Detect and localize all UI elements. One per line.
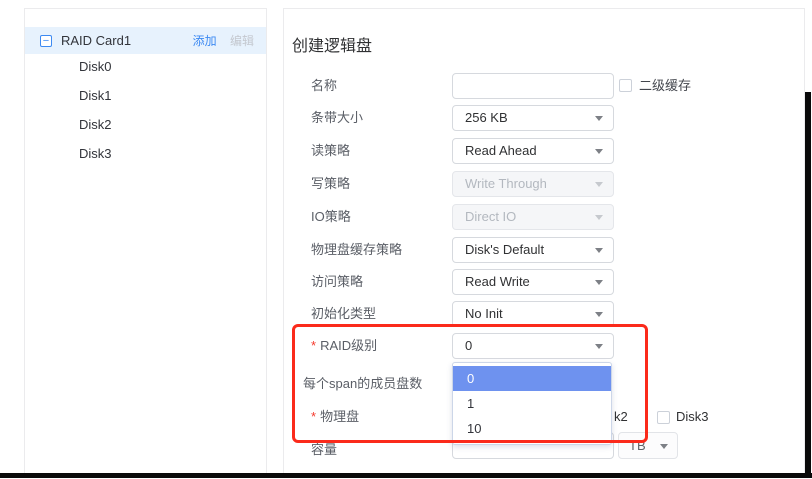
raid-card-label: RAID Card1 — [61, 33, 131, 48]
disk3-label: Disk3 — [676, 404, 709, 430]
raid-tree-panel: − RAID Card1 添加 编辑 Disk0 Disk1 Disk2 Dis… — [24, 8, 267, 474]
physical-disk-label-text: 物理盘 — [320, 409, 359, 424]
sidebar-item-disk0[interactable]: Disk0 — [25, 52, 266, 81]
read-policy-label: 读策略 — [311, 138, 350, 164]
name-input[interactable] — [452, 73, 614, 99]
required-asterisk: * — [311, 338, 316, 353]
write-policy-row: 写策略 Write Through — [284, 171, 804, 197]
io-policy-select: Direct IO — [452, 204, 614, 230]
capacity-label: 容量 — [311, 437, 337, 463]
chevron-down-icon — [595, 182, 603, 187]
access-policy-label: 访问策略 — [311, 269, 363, 295]
raid-level-label: * RAID级别 — [311, 333, 377, 359]
secondary-cache-checkbox[interactable] — [619, 79, 632, 92]
create-logical-disk-panel: 创建逻辑盘 名称 二级缓存 条带大小 256 KB 读策略 Read Ahead — [283, 8, 805, 474]
chevron-down-icon — [595, 344, 603, 349]
chevron-down-icon — [595, 280, 603, 285]
pd-cache-row: 物理盘缓存策略 Disk's Default — [284, 237, 804, 263]
name-label: 名称 — [311, 73, 337, 99]
pd-cache-select[interactable]: Disk's Default — [452, 237, 614, 263]
sidebar-item-disk1[interactable]: Disk1 — [25, 81, 266, 110]
raid-level-value: 0 — [465, 338, 472, 353]
collapse-icon[interactable]: − — [40, 35, 52, 47]
init-type-row: 初始化类型 No Init — [284, 301, 804, 327]
capacity-unit-select[interactable]: TB — [618, 432, 678, 459]
screenshot-canvas: − RAID Card1 添加 编辑 Disk0 Disk1 Disk2 Dis… — [0, 0, 812, 479]
init-type-label: 初始化类型 — [311, 301, 376, 327]
raid-level-row: * RAID级别 0 — [284, 333, 804, 359]
io-policy-value: Direct IO — [465, 209, 516, 224]
read-policy-row: 读策略 Read Ahead — [284, 138, 804, 164]
chevron-down-icon — [595, 149, 603, 154]
span-members-label: 每个span的成员盘数 — [303, 371, 422, 397]
stripe-row: 条带大小 256 KB — [284, 105, 804, 131]
stripe-select[interactable]: 256 KB — [452, 105, 614, 131]
chevron-down-icon — [595, 248, 603, 253]
page-title: 创建逻辑盘 — [292, 32, 372, 56]
raid-level-label-text: RAID级别 — [320, 338, 377, 353]
window-bottom-edge — [0, 473, 812, 478]
raid-level-option-1[interactable]: 1 — [453, 391, 611, 416]
sidebar-item-disk2[interactable]: Disk2 — [25, 110, 266, 139]
write-policy-select: Write Through — [452, 171, 614, 197]
init-type-value: No Init — [465, 306, 503, 321]
chevron-down-icon — [595, 215, 603, 220]
stripe-value: 256 KB — [465, 110, 508, 125]
access-policy-value: Read Write — [465, 274, 530, 289]
sidebar-item-disk3[interactable]: Disk3 — [25, 139, 266, 168]
sidebar-item-raid-card1[interactable]: − RAID Card1 添加 编辑 — [25, 27, 266, 54]
pd-cache-value: Disk's Default — [465, 242, 544, 257]
raid-level-dropdown: 0 1 10 — [452, 362, 612, 445]
pd-cache-label: 物理盘缓存策略 — [311, 237, 402, 263]
add-link[interactable]: 添加 — [193, 34, 217, 48]
io-policy-label: IO策略 — [311, 204, 351, 230]
edit-link[interactable]: 编辑 — [230, 34, 254, 48]
raid-level-option-10[interactable]: 10 — [453, 416, 611, 441]
physical-disk-label: * 物理盘 — [311, 404, 359, 430]
secondary-cache-label: 二级缓存 — [639, 73, 691, 99]
window-right-edge — [805, 92, 811, 478]
init-type-select[interactable]: No Init — [452, 301, 614, 327]
raid-level-select[interactable]: 0 — [452, 333, 614, 359]
write-policy-value: Write Through — [465, 176, 547, 191]
tree-actions: 添加 编辑 — [193, 32, 254, 49]
capacity-unit-value: TB — [629, 438, 646, 453]
stripe-label: 条带大小 — [311, 105, 363, 131]
name-row: 名称 二级缓存 — [284, 73, 804, 99]
disk2-label-partial: k2 — [614, 404, 628, 430]
read-policy-value: Read Ahead — [465, 143, 537, 158]
raid-level-option-0[interactable]: 0 — [453, 366, 611, 391]
access-policy-select[interactable]: Read Write — [452, 269, 614, 295]
disk-list: Disk0 Disk1 Disk2 Disk3 — [25, 52, 266, 168]
write-policy-label: 写策略 — [311, 171, 350, 197]
access-policy-row: 访问策略 Read Write — [284, 269, 804, 295]
io-policy-row: IO策略 Direct IO — [284, 204, 804, 230]
chevron-down-icon — [660, 444, 668, 449]
disk3-checkbox[interactable] — [657, 411, 670, 424]
chevron-down-icon — [595, 312, 603, 317]
read-policy-select[interactable]: Read Ahead — [452, 138, 614, 164]
required-asterisk: * — [311, 409, 316, 424]
chevron-down-icon — [595, 116, 603, 121]
